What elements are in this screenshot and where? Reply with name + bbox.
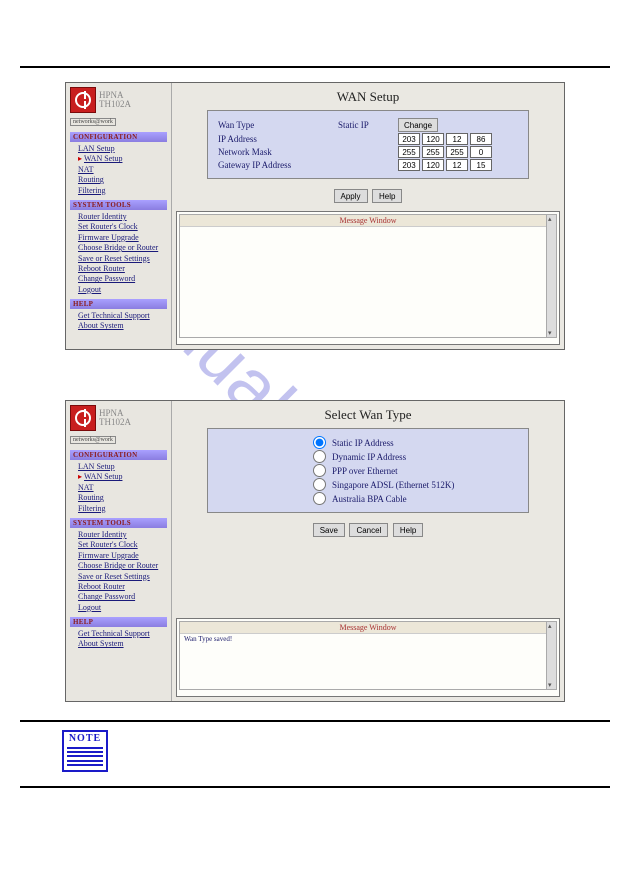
gw-oct3[interactable] bbox=[446, 159, 468, 171]
nav-heading-system-tools: SYSTEM TOOLS bbox=[70, 518, 167, 528]
radio-pppoe[interactable] bbox=[313, 464, 326, 477]
ip-label: IP Address bbox=[218, 134, 338, 144]
nav-router-identity[interactable]: Router Identity bbox=[78, 212, 167, 222]
nav-heading-system-tools: SYSTEM TOOLS bbox=[70, 200, 167, 210]
sidebar: HPNA TH102A networks@work CONFIGURATION … bbox=[66, 83, 172, 349]
nav-routing[interactable]: Routing bbox=[78, 175, 167, 185]
compex-logo-icon bbox=[70, 87, 96, 113]
nav-firmware[interactable]: Firmware Upgrade bbox=[78, 551, 167, 561]
ip-oct3[interactable] bbox=[446, 133, 468, 145]
nav-heading-configuration: CONFIGURATION bbox=[70, 132, 167, 142]
rule-top bbox=[20, 66, 610, 68]
config-box: Static IP Address Dynamic IP Address PPP… bbox=[207, 428, 529, 513]
nav-tech-support[interactable]: Get Technical Support bbox=[78, 629, 167, 639]
nav-firmware[interactable]: Firmware Upgrade bbox=[78, 233, 167, 243]
nav-tech-support[interactable]: Get Technical Support bbox=[78, 311, 167, 321]
nav-heading-help: HELP bbox=[70, 617, 167, 627]
nav-wan-setup[interactable]: WAN Setup bbox=[78, 472, 167, 482]
nav-filtering[interactable]: Filtering bbox=[78, 186, 167, 196]
radio-au-bpa[interactable] bbox=[313, 492, 326, 505]
option-static-ip: Static IP Address bbox=[332, 438, 394, 448]
message-window-title: Message Window bbox=[180, 622, 556, 634]
nav-router-identity[interactable]: Router Identity bbox=[78, 530, 167, 540]
nav-wan-setup[interactable]: WAN Setup bbox=[78, 154, 167, 164]
help-button[interactable]: Help bbox=[393, 523, 423, 537]
nav-save-reset[interactable]: Save or Reset Settings bbox=[78, 572, 167, 582]
apply-button[interactable]: Apply bbox=[334, 189, 368, 203]
mask-oct1[interactable] bbox=[398, 146, 420, 158]
mask-oct4[interactable] bbox=[470, 146, 492, 158]
nav-nat[interactable]: NAT bbox=[78, 483, 167, 493]
main-panel: Select Wan Type Static IP Address Dynami… bbox=[172, 401, 564, 701]
note-label: NOTE bbox=[64, 732, 106, 745]
model-line2: TH102A bbox=[99, 418, 131, 427]
nav-set-clock[interactable]: Set Router's Clock bbox=[78, 540, 167, 550]
option-dynamic-ip: Dynamic IP Address bbox=[332, 452, 406, 462]
model-line2: TH102A bbox=[99, 100, 131, 109]
nav-bridge-router[interactable]: Choose Bridge or Router bbox=[78, 243, 167, 253]
scrollbar[interactable] bbox=[546, 622, 556, 689]
page-title: Select Wan Type bbox=[172, 401, 564, 426]
gw-label: Gateway IP Address bbox=[218, 160, 338, 170]
message-window-title: Message Window bbox=[180, 215, 556, 227]
nav-lan-setup[interactable]: LAN Setup bbox=[78, 144, 167, 154]
nav-logout[interactable]: Logout bbox=[78, 285, 167, 295]
nav-heading-configuration: CONFIGURATION bbox=[70, 450, 167, 460]
nav-lan-setup[interactable]: LAN Setup bbox=[78, 462, 167, 472]
ip-oct1[interactable] bbox=[398, 133, 420, 145]
nav-reboot[interactable]: Reboot Router bbox=[78, 582, 167, 592]
nav-save-reset[interactable]: Save or Reset Settings bbox=[78, 254, 167, 264]
note-icon: NOTE bbox=[62, 730, 108, 772]
nav-routing[interactable]: Routing bbox=[78, 493, 167, 503]
screenshot-wan-setup: HPNA TH102A networks@work CONFIGURATION … bbox=[65, 82, 565, 350]
message-window: Message Window Wan Type saved! bbox=[176, 618, 560, 697]
nav-about[interactable]: About System bbox=[78, 639, 167, 649]
radio-sg-adsl[interactable] bbox=[313, 478, 326, 491]
gw-oct4[interactable] bbox=[470, 159, 492, 171]
mask-oct2[interactable] bbox=[422, 146, 444, 158]
nav-heading-help: HELP bbox=[70, 299, 167, 309]
cancel-button[interactable]: Cancel bbox=[349, 523, 388, 537]
gw-oct1[interactable] bbox=[398, 159, 420, 171]
scrollbar[interactable] bbox=[546, 215, 556, 337]
compex-logo-icon bbox=[70, 405, 96, 431]
rule-mid bbox=[20, 720, 610, 722]
screenshot-select-wan-type: HPNA TH102A networks@work CONFIGURATION … bbox=[65, 400, 565, 702]
option-pppoe: PPP over Ethernet bbox=[332, 466, 398, 476]
sidebar: HPNA TH102A networks@work CONFIGURATION … bbox=[66, 401, 172, 701]
wan-type-value: Static IP bbox=[338, 120, 398, 130]
page-title: WAN Setup bbox=[172, 83, 564, 108]
nav-logout[interactable]: Logout bbox=[78, 603, 167, 613]
message-window: Message Window bbox=[176, 211, 560, 345]
ip-oct4[interactable] bbox=[470, 133, 492, 145]
save-button[interactable]: Save bbox=[313, 523, 345, 537]
nav-filtering[interactable]: Filtering bbox=[78, 504, 167, 514]
config-box: Wan Type Static IP Change IP Address Ne bbox=[207, 110, 529, 179]
ip-oct2[interactable] bbox=[422, 133, 444, 145]
nav-bridge-router[interactable]: Choose Bridge or Router bbox=[78, 561, 167, 571]
radio-static-ip[interactable] bbox=[313, 436, 326, 449]
message-window-text: Wan Type saved! bbox=[180, 634, 556, 644]
wan-type-label: Wan Type bbox=[218, 120, 338, 130]
main-panel: WAN Setup Wan Type Static IP Change IP A… bbox=[172, 83, 564, 349]
gw-oct2[interactable] bbox=[422, 159, 444, 171]
option-au-bpa: Australia BPA Cable bbox=[332, 494, 407, 504]
mask-label: Network Mask bbox=[218, 147, 338, 157]
nav-about[interactable]: About System bbox=[78, 321, 167, 331]
change-button[interactable]: Change bbox=[398, 118, 438, 132]
nav-nat[interactable]: NAT bbox=[78, 165, 167, 175]
brand-tagline: networks@work bbox=[70, 436, 116, 444]
nav-set-clock[interactable]: Set Router's Clock bbox=[78, 222, 167, 232]
option-sg-adsl: Singapore ADSL (Ethernet 512K) bbox=[332, 480, 454, 490]
radio-dynamic-ip[interactable] bbox=[313, 450, 326, 463]
nav-change-pw[interactable]: Change Password bbox=[78, 592, 167, 602]
brand-tagline: networks@work bbox=[70, 118, 116, 126]
help-button[interactable]: Help bbox=[372, 189, 402, 203]
rule-bottom bbox=[20, 786, 610, 788]
nav-change-pw[interactable]: Change Password bbox=[78, 274, 167, 284]
mask-oct3[interactable] bbox=[446, 146, 468, 158]
nav-reboot[interactable]: Reboot Router bbox=[78, 264, 167, 274]
